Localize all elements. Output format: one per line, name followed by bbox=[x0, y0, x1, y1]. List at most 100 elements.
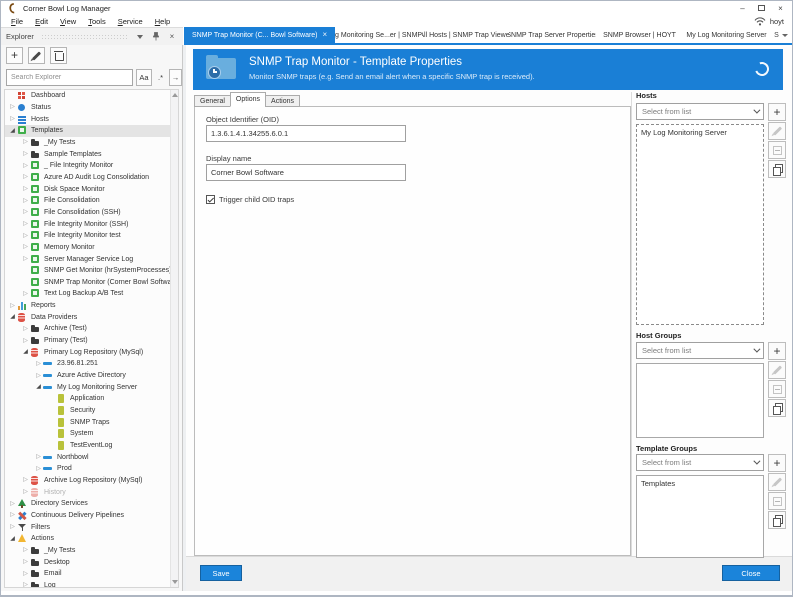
list-item[interactable]: Templates bbox=[637, 478, 763, 489]
menu-item[interactable]: Edit bbox=[29, 16, 54, 27]
panel-grip[interactable] bbox=[40, 34, 127, 39]
expand-icon[interactable]: ▷ bbox=[8, 303, 17, 309]
close-tab-icon[interactable]: × bbox=[323, 31, 328, 39]
tree-item[interactable]: ▷ File Consolidation (SSH) bbox=[5, 207, 178, 219]
tree-item[interactable]: SNMP Trap Monitor (Corner Bowl Software) bbox=[5, 277, 178, 289]
expand-icon[interactable]: ▷ bbox=[21, 559, 30, 565]
tree-item[interactable]: ▷ Archive (Test) bbox=[5, 323, 178, 335]
expand-icon[interactable]: ◢ bbox=[8, 128, 17, 134]
pin-icon[interactable] bbox=[150, 31, 162, 43]
template-groups-select-dropdown[interactable]: Select from list bbox=[636, 454, 764, 471]
scroll-up-icon[interactable] bbox=[172, 93, 178, 97]
remove-host-button[interactable] bbox=[768, 141, 786, 159]
expand-icon[interactable]: ▷ bbox=[21, 244, 30, 250]
edit-host-group-button[interactable] bbox=[768, 361, 786, 379]
document-tab[interactable]: SNMP Browser | HOYT bbox=[596, 27, 683, 43]
tree-item[interactable]: ▷ File Consolidation bbox=[5, 195, 178, 207]
tree-item[interactable]: SNMP Traps bbox=[5, 416, 178, 428]
tree-item[interactable]: ▷ History bbox=[5, 486, 178, 498]
tree-item[interactable]: ▷ Log bbox=[5, 580, 178, 587]
tree-item[interactable]: ▷ File Integrity Monitor test bbox=[5, 230, 178, 242]
trigger-child-oid-checkbox[interactable] bbox=[206, 195, 215, 204]
tree-item[interactable]: ▷ Azure AD Audit Log Consolidation bbox=[5, 172, 178, 184]
tree-item[interactable]: ▷ Directory Services bbox=[5, 498, 178, 510]
display-name-input[interactable] bbox=[206, 164, 406, 181]
tree-item[interactable]: ◢ My Log Monitoring Server bbox=[5, 381, 178, 393]
document-tab[interactable]: My Log Monitoring Server bbox=[683, 27, 770, 43]
tree-item[interactable]: ▷ Azure Active Directory bbox=[5, 370, 178, 382]
expand-icon[interactable]: ▷ bbox=[21, 571, 30, 577]
tree-item[interactable]: ▷ Status bbox=[5, 102, 178, 114]
document-tab[interactable]: My Log Monitoring Se...er | SNMP Traps bbox=[335, 27, 422, 43]
expand-icon[interactable]: ▷ bbox=[21, 174, 30, 180]
panel-menu-icon[interactable] bbox=[134, 31, 146, 43]
expand-icon[interactable]: ▷ bbox=[21, 256, 30, 262]
tree-item[interactable]: ▷ 23.96.81.251 bbox=[5, 358, 178, 370]
tree-item[interactable]: ▷ Text Log Backup A/B Test bbox=[5, 288, 178, 300]
tab-overflow-button[interactable]: S bbox=[770, 27, 792, 43]
scroll-down-icon[interactable] bbox=[172, 580, 178, 584]
add-host-group-button[interactable]: + bbox=[768, 342, 786, 360]
search-go-button[interactable]: → bbox=[169, 69, 182, 86]
tree-item[interactable]: Application bbox=[5, 393, 178, 405]
expand-icon[interactable]: ▷ bbox=[21, 582, 30, 587]
match-case-button[interactable]: Aa bbox=[136, 69, 152, 86]
tree-item[interactable]: ▷ Sample Templates bbox=[5, 148, 178, 160]
tree-item[interactable]: ▷ Memory Monitor bbox=[5, 242, 178, 254]
document-tab[interactable]: SNMP Trap Monitor (C... Bowl Software) × bbox=[184, 27, 336, 43]
duplicate-host-button[interactable] bbox=[768, 160, 786, 178]
close-panel-icon[interactable]: × bbox=[166, 31, 178, 43]
document-tab[interactable]: SNMP Trap Server Properties bbox=[509, 27, 596, 43]
tree-item[interactable]: ▷ Prod bbox=[5, 463, 178, 475]
remove-host-group-button[interactable] bbox=[768, 380, 786, 398]
expand-icon[interactable]: ◢ bbox=[8, 536, 17, 542]
save-button[interactable]: Save bbox=[200, 565, 242, 581]
tree-item[interactable]: ▷ Continuous Delivery Pipelines bbox=[5, 510, 178, 522]
menu-item[interactable]: Service bbox=[112, 16, 149, 27]
tree-item[interactable]: ◢ Templates bbox=[5, 124, 178, 137]
menu-item[interactable]: Help bbox=[149, 16, 176, 27]
remove-template-group-button[interactable] bbox=[768, 492, 786, 510]
form-tab[interactable]: Actions bbox=[265, 95, 300, 107]
expand-icon[interactable]: ◢ bbox=[21, 349, 30, 355]
delete-button[interactable] bbox=[50, 47, 67, 64]
expand-icon[interactable]: ▷ bbox=[21, 338, 30, 344]
form-tab[interactable]: Options bbox=[229, 92, 267, 107]
hosts-list[interactable]: My Log Monitoring Server bbox=[636, 124, 764, 325]
add-button[interactable]: + bbox=[6, 47, 23, 64]
tree-item[interactable]: Security bbox=[5, 405, 178, 417]
tree-item[interactable]: ▷ Desktop bbox=[5, 556, 178, 568]
duplicate-template-group-button[interactable] bbox=[768, 511, 786, 529]
menu-item[interactable]: View bbox=[54, 16, 82, 27]
expand-icon[interactable]: ▷ bbox=[21, 186, 30, 192]
regex-button[interactable]: .* bbox=[154, 69, 167, 86]
expand-icon[interactable]: ▷ bbox=[34, 361, 43, 367]
edit-template-group-button[interactable] bbox=[768, 473, 786, 491]
tree-item[interactable]: ▷ Archive Log Repository (MySql) bbox=[5, 475, 178, 487]
duplicate-host-group-button[interactable] bbox=[768, 399, 786, 417]
hosts-select-dropdown[interactable]: Select from list bbox=[636, 103, 764, 120]
expand-icon[interactable]: ▷ bbox=[8, 501, 17, 507]
tree-item[interactable]: ◢ Primary Log Repository (MySql) bbox=[5, 346, 178, 358]
oid-input[interactable] bbox=[206, 125, 406, 142]
document-tab[interactable]: All Hosts | SNMP Trap Viewer bbox=[422, 27, 509, 43]
close-button[interactable]: Close bbox=[722, 565, 780, 581]
maximize-button[interactable] bbox=[752, 1, 771, 15]
expand-icon[interactable]: ▷ bbox=[21, 547, 30, 553]
close-window-button[interactable]: × bbox=[771, 1, 790, 15]
tree-item[interactable]: ▷ Email bbox=[5, 568, 178, 580]
expand-icon[interactable]: ▷ bbox=[8, 104, 17, 110]
expand-icon[interactable]: ▷ bbox=[21, 163, 30, 169]
tree-item[interactable]: ◢ Actions bbox=[5, 533, 178, 545]
expand-icon[interactable]: ▷ bbox=[21, 291, 30, 297]
expand-icon[interactable]: ▷ bbox=[34, 466, 43, 472]
expand-icon[interactable]: ▷ bbox=[21, 221, 30, 227]
host-groups-list[interactable] bbox=[636, 363, 764, 438]
tree-scrollbar[interactable] bbox=[170, 90, 178, 587]
tree-item[interactable]: System bbox=[5, 428, 178, 440]
tree-item[interactable]: ▷ Hosts bbox=[5, 113, 178, 125]
tree-item[interactable]: ▷ Filters bbox=[5, 521, 178, 533]
tree-item[interactable]: SNMP Get Monitor (hrSystemProcesses) bbox=[5, 265, 178, 277]
menu-item[interactable]: Tools bbox=[82, 16, 112, 27]
expand-icon[interactable]: ▷ bbox=[21, 489, 30, 495]
